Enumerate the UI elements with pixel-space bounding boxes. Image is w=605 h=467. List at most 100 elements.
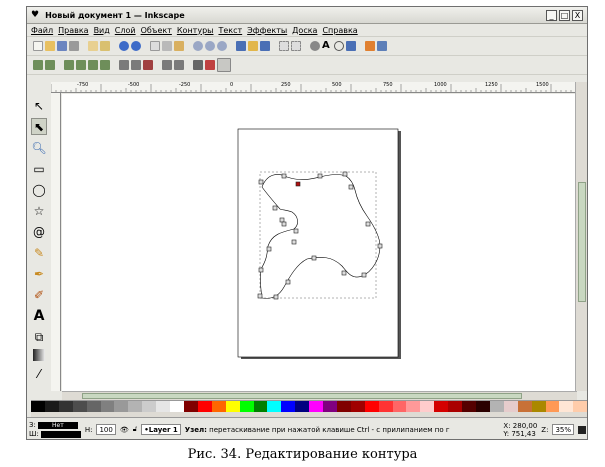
import-icon[interactable] — [88, 41, 98, 51]
cut-icon[interactable] — [162, 41, 172, 51]
path-node[interactable] — [281, 173, 287, 179]
group-icon[interactable] — [279, 41, 289, 51]
join-nodes-icon[interactable] — [64, 60, 74, 70]
menu-file[interactable]: Файл — [31, 26, 53, 35]
layer-lock-icon[interactable]: 🔓︎ — [133, 425, 138, 434]
menu-text[interactable]: Текст — [218, 26, 242, 35]
document-properties-icon[interactable] — [377, 41, 387, 51]
stroke-to-path-icon[interactable] — [217, 58, 231, 72]
path-node[interactable] — [361, 272, 367, 278]
delete-segment-icon[interactable] — [100, 60, 110, 70]
menu-whiteboard[interactable]: Доска — [292, 26, 317, 35]
zoom-drawing-icon[interactable] — [205, 41, 215, 51]
redo-icon[interactable] — [131, 41, 141, 51]
path-node[interactable] — [272, 205, 278, 211]
fill-swatch[interactable]: Нет — [37, 421, 78, 429]
rectangle-tool-icon[interactable]: ▭ — [31, 160, 47, 177]
zoom-page-icon[interactable] — [217, 41, 227, 51]
ellipse-tool-icon[interactable]: ◯ — [31, 181, 47, 198]
path-node[interactable] — [342, 171, 348, 177]
menu-help[interactable]: Справка — [322, 26, 357, 35]
vertical-scrollbar[interactable] — [575, 82, 587, 391]
smooth-node-icon[interactable] — [131, 60, 141, 70]
copy-icon[interactable] — [150, 41, 160, 51]
xml-editor-icon[interactable] — [334, 41, 344, 51]
node-tool-icon[interactable]: ⬉ — [31, 118, 47, 135]
path-node[interactable] — [258, 267, 264, 273]
insert-node-icon[interactable] — [33, 60, 43, 70]
minimize-button[interactable]: _ — [546, 9, 557, 21]
path-node[interactable] — [293, 228, 299, 234]
layer-selector[interactable]: •Layer 1 — [141, 424, 181, 435]
path-node[interactable] — [258, 179, 264, 185]
object-to-path-icon[interactable] — [205, 60, 215, 70]
to-curve-icon[interactable] — [174, 60, 184, 70]
cusp-node-icon[interactable] — [119, 60, 129, 70]
delete-node-icon[interactable] — [45, 60, 55, 70]
gradient-tool-icon[interactable] — [33, 349, 45, 361]
duplicate-icon[interactable] — [236, 41, 246, 51]
break-path-icon[interactable] — [76, 60, 86, 70]
paste-icon[interactable] — [174, 41, 184, 51]
pen-tool-icon[interactable]: ✒ — [31, 265, 47, 282]
zoom-tool-icon[interactable]: 🔍︎ — [31, 139, 47, 156]
path-node[interactable] — [377, 243, 383, 249]
menu-layer[interactable]: Слой — [115, 26, 136, 35]
selector-tool-icon[interactable]: ↖ — [31, 97, 47, 114]
zoom-field[interactable]: 35% — [552, 424, 574, 435]
menu-view[interactable]: Вид — [94, 26, 110, 35]
clone-icon[interactable] — [248, 41, 258, 51]
to-line-icon[interactable] — [162, 60, 172, 70]
resize-grip-icon[interactable] — [578, 425, 586, 434]
text-tool-icon[interactable]: A — [31, 307, 47, 324]
path-node[interactable] — [279, 217, 285, 223]
maximize-button[interactable]: □ — [559, 9, 570, 21]
unlink-icon[interactable] — [260, 41, 270, 51]
preferences-icon[interactable] — [365, 41, 375, 51]
path-node[interactable] — [257, 293, 263, 299]
pencil-tool-icon[interactable]: ✎ — [31, 244, 47, 261]
align-icon[interactable] — [346, 41, 356, 51]
path-node[interactable] — [281, 221, 287, 227]
menu-edit[interactable]: Правка — [58, 26, 88, 35]
connector-tool-icon[interactable]: ⧉ — [31, 328, 47, 345]
zoom-selection-icon[interactable] — [193, 41, 203, 51]
path-node[interactable] — [341, 270, 347, 276]
undo-icon[interactable] — [119, 41, 129, 51]
path-node[interactable] — [273, 294, 279, 300]
export-icon[interactable] — [100, 41, 110, 51]
join-segment-icon[interactable] — [88, 60, 98, 70]
path-node[interactable] — [291, 239, 297, 245]
new-doc-icon[interactable] — [33, 41, 43, 51]
ungroup-icon[interactable] — [291, 41, 301, 51]
open-icon[interactable] — [45, 41, 55, 51]
menu-object[interactable]: Объект — [141, 26, 172, 35]
menu-path[interactable]: Контуры — [177, 26, 214, 35]
path-node[interactable] — [285, 279, 291, 285]
layer-visibility-icon[interactable]: 👁︎ — [120, 426, 129, 434]
dropper-tool-icon[interactable]: ⁄ — [31, 365, 47, 382]
menu-effects[interactable]: Эффекты — [247, 26, 287, 35]
path-node[interactable] — [348, 184, 354, 190]
path-node[interactable] — [311, 255, 317, 261]
horizontal-scroll-thumb[interactable] — [82, 393, 522, 399]
print-icon[interactable] — [69, 41, 79, 51]
spiral-tool-icon[interactable]: @ — [31, 223, 47, 240]
show-handles-icon[interactable] — [193, 60, 203, 70]
vertical-scroll-thumb[interactable] — [578, 182, 586, 302]
path-node[interactable] — [266, 246, 272, 252]
calligraphy-tool-icon[interactable]: ✐ — [31, 286, 47, 303]
path-node[interactable] — [365, 221, 371, 227]
fill-stroke-icon[interactable] — [310, 41, 320, 51]
close-button[interactable]: X — [572, 9, 583, 21]
star-tool-icon[interactable]: ☆ — [31, 202, 47, 219]
save-icon[interactable] — [57, 41, 67, 51]
drawing-canvas[interactable] — [62, 94, 575, 391]
text-font-icon[interactable]: A — [322, 41, 332, 51]
path-node-selected[interactable] — [295, 181, 301, 187]
opacity-spinbox[interactable]: 100 — [96, 424, 116, 435]
path-node[interactable] — [317, 173, 323, 179]
horizontal-scrollbar[interactable] — [62, 391, 577, 400]
stroke-swatch[interactable] — [40, 430, 81, 438]
symmetric-node-icon[interactable] — [143, 60, 153, 70]
